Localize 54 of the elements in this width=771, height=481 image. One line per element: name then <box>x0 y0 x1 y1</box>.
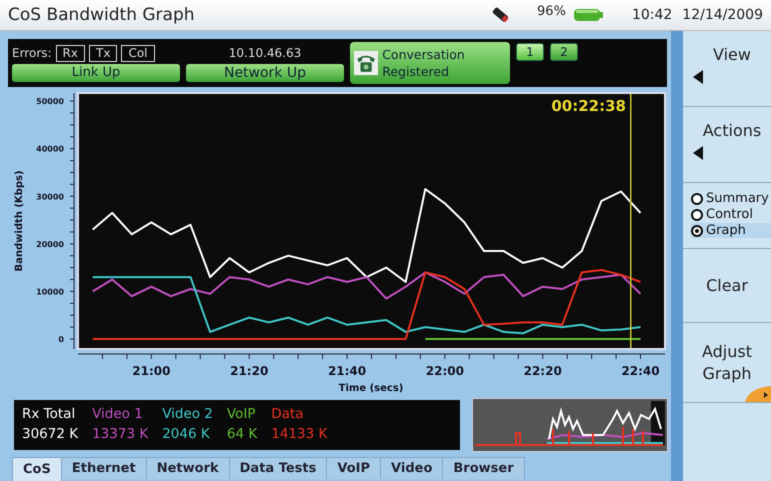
more-tab-icon <box>745 386 771 402</box>
tab[interactable]: Video <box>380 457 444 479</box>
line-button[interactable]: 1 <box>516 43 544 61</box>
x-axis-title: Time (secs) <box>338 383 404 394</box>
left-arrow-icon <box>693 146 703 160</box>
y-tick-label: 30000 <box>36 192 64 202</box>
y-tick-label: 50000 <box>36 97 64 106</box>
legend-value: 2046 K <box>162 425 211 444</box>
x-tick-label: 22:20 <box>524 364 562 378</box>
network-status: Network Up <box>186 64 344 82</box>
x-tick-label: 21:00 <box>132 364 170 378</box>
errors-label: Errors: <box>12 46 52 60</box>
tab[interactable]: Browser <box>442 457 525 479</box>
clock-time: 10:42 <box>632 7 672 23</box>
line-button[interactable]: 2 <box>550 43 578 61</box>
window-title: CoS Bandwidth Graph <box>8 5 196 25</box>
legend-value: 14133 K <box>271 425 328 444</box>
legend-label: VoIP <box>226 405 256 424</box>
y-axis-title: Bandwidth (Kbps) <box>14 170 25 272</box>
left-arrow-icon <box>693 70 703 84</box>
tab[interactable]: Data Tests <box>228 457 328 479</box>
telephone-icon <box>354 48 378 78</box>
x-tick-label: 21:20 <box>230 364 268 378</box>
x-tick-label: 22:00 <box>426 364 464 378</box>
radio-option[interactable]: Graph <box>691 223 771 238</box>
error-indicator: Col <box>121 44 154 62</box>
link-status: Link Up <box>12 64 180 82</box>
tab[interactable]: VoIP <box>326 457 382 479</box>
radio-option[interactable]: Summary <box>691 191 771 206</box>
tab[interactable]: Network <box>146 457 230 479</box>
y-tick-label: 40000 <box>36 144 64 154</box>
legend-label: Video 2 <box>162 405 213 424</box>
cursor-time: 00:22:38 <box>551 97 626 115</box>
y-tick-label: 10000 <box>36 287 64 296</box>
battery-icon <box>572 7 604 23</box>
error-indicator: Tx <box>89 44 118 62</box>
y-tick-label: 20000 <box>36 240 64 249</box>
date-text: 12/14/2009 <box>682 7 763 23</box>
y-tick-label: 0 <box>58 335 64 344</box>
legend-label: Rx Total <box>22 405 76 424</box>
legend-value: 30672 K <box>22 425 78 444</box>
legend-value: 64 K <box>226 425 258 444</box>
legend-value: 13373 K <box>92 425 148 444</box>
legend-label: Video 1 <box>92 405 144 424</box>
error-indicator: Rx <box>56 44 85 62</box>
ip-address: 10.10.46.63 <box>228 45 302 62</box>
legend-label: Data <box>271 405 304 424</box>
tab[interactable]: CoS <box>12 457 62 481</box>
x-tick-label: 22:40 <box>621 364 660 378</box>
call-status-button[interactable]: Conversation Registered <box>350 42 510 84</box>
battery-percent: 96% <box>537 4 566 19</box>
tab[interactable]: Ethernet <box>60 457 147 479</box>
x-tick-label: 21:40 <box>328 364 366 378</box>
radio-option[interactable]: Control <box>691 207 771 222</box>
